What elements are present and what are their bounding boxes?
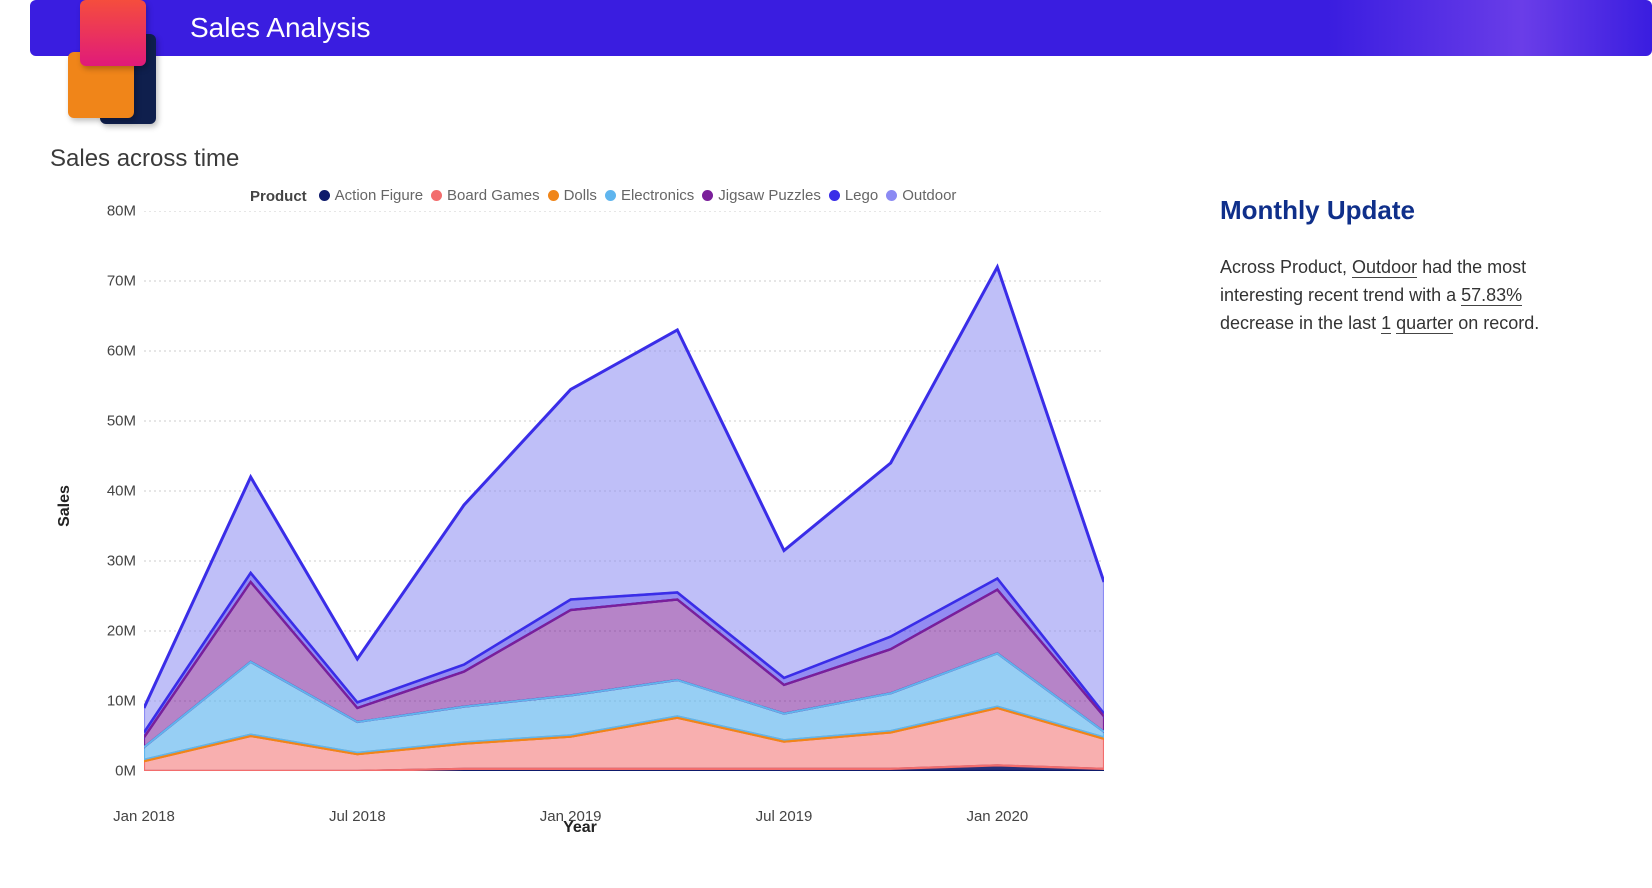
insight-body: Across Product, Outdoor had the most int… [1220,254,1540,338]
y-tick: 20M [76,623,136,640]
legend-item[interactable]: Action Figure [319,187,423,204]
legend: Product Action Figure Board Games Dolls Ele… [250,187,1180,205]
t: decrease in the last [1220,313,1381,333]
area-chart-svg [144,211,1104,771]
logo-square-pink [80,0,146,66]
t: Across Product, [1220,257,1352,277]
insight-count[interactable]: 1 [1381,313,1391,334]
x-tick: Jan 2018 [113,808,175,825]
y-tick: 40M [76,483,136,500]
y-tick: 50M [76,413,136,430]
y-tick: 70M [76,273,136,290]
legend-text: Action Figure [335,187,423,204]
legend-item[interactable]: Board Games [431,187,540,204]
header-bar: Sales Analysis [30,0,1652,56]
legend-text: Jigsaw Puzzles [718,187,821,204]
insight-title: Monthly Update [1220,195,1612,226]
y-tick: 80M [76,203,136,220]
plot-area[interactable]: Sales Year 0M10M20M30M40M50M60M70M80M Ja… [50,211,1110,801]
legend-dot-icon [886,190,897,201]
t: on record. [1453,313,1539,333]
y-tick: 30M [76,553,136,570]
insight-product[interactable]: Outdoor [1352,257,1417,278]
legend-dot-icon [605,190,616,201]
legend-item[interactable]: Electronics [605,187,694,204]
x-tick: Jul 2019 [756,808,813,825]
legend-group-label: Product [250,188,307,205]
content: Sales across time Product Action Figure B… [50,145,1612,868]
legend-item[interactable]: Outdoor [886,187,956,204]
legend-text: Electronics [621,187,694,204]
legend-text: Dolls [564,187,597,204]
legend-text: Board Games [447,187,540,204]
legend-text: Outdoor [902,187,956,204]
y-tick: 10M [76,693,136,710]
chart-title: Sales across time [50,145,1180,173]
insight-percent[interactable]: 57.83% [1461,285,1522,306]
logo [40,0,170,120]
legend-dot-icon [431,190,442,201]
y-axis-label: Sales [56,485,74,527]
legend-dot-icon [829,190,840,201]
x-tick: Jan 2020 [966,808,1028,825]
page-title: Sales Analysis [190,12,371,44]
legend-dot-icon [702,190,713,201]
legend-item[interactable]: Dolls [548,187,597,204]
legend-dot-icon [548,190,559,201]
legend-dot-icon [319,190,330,201]
insight-panel: Monthly Update Across Product, Outdoor h… [1180,145,1612,868]
legend-item[interactable]: Jigsaw Puzzles [702,187,821,204]
insight-period[interactable]: quarter [1396,313,1453,334]
legend-item[interactable]: Lego [829,187,878,204]
x-tick: Jan 2019 [540,808,602,825]
chart-pane: Sales across time Product Action Figure B… [50,145,1180,868]
y-tick: 0M [76,763,136,780]
x-tick: Jul 2018 [329,808,386,825]
legend-text: Lego [845,187,878,204]
y-tick: 60M [76,343,136,360]
